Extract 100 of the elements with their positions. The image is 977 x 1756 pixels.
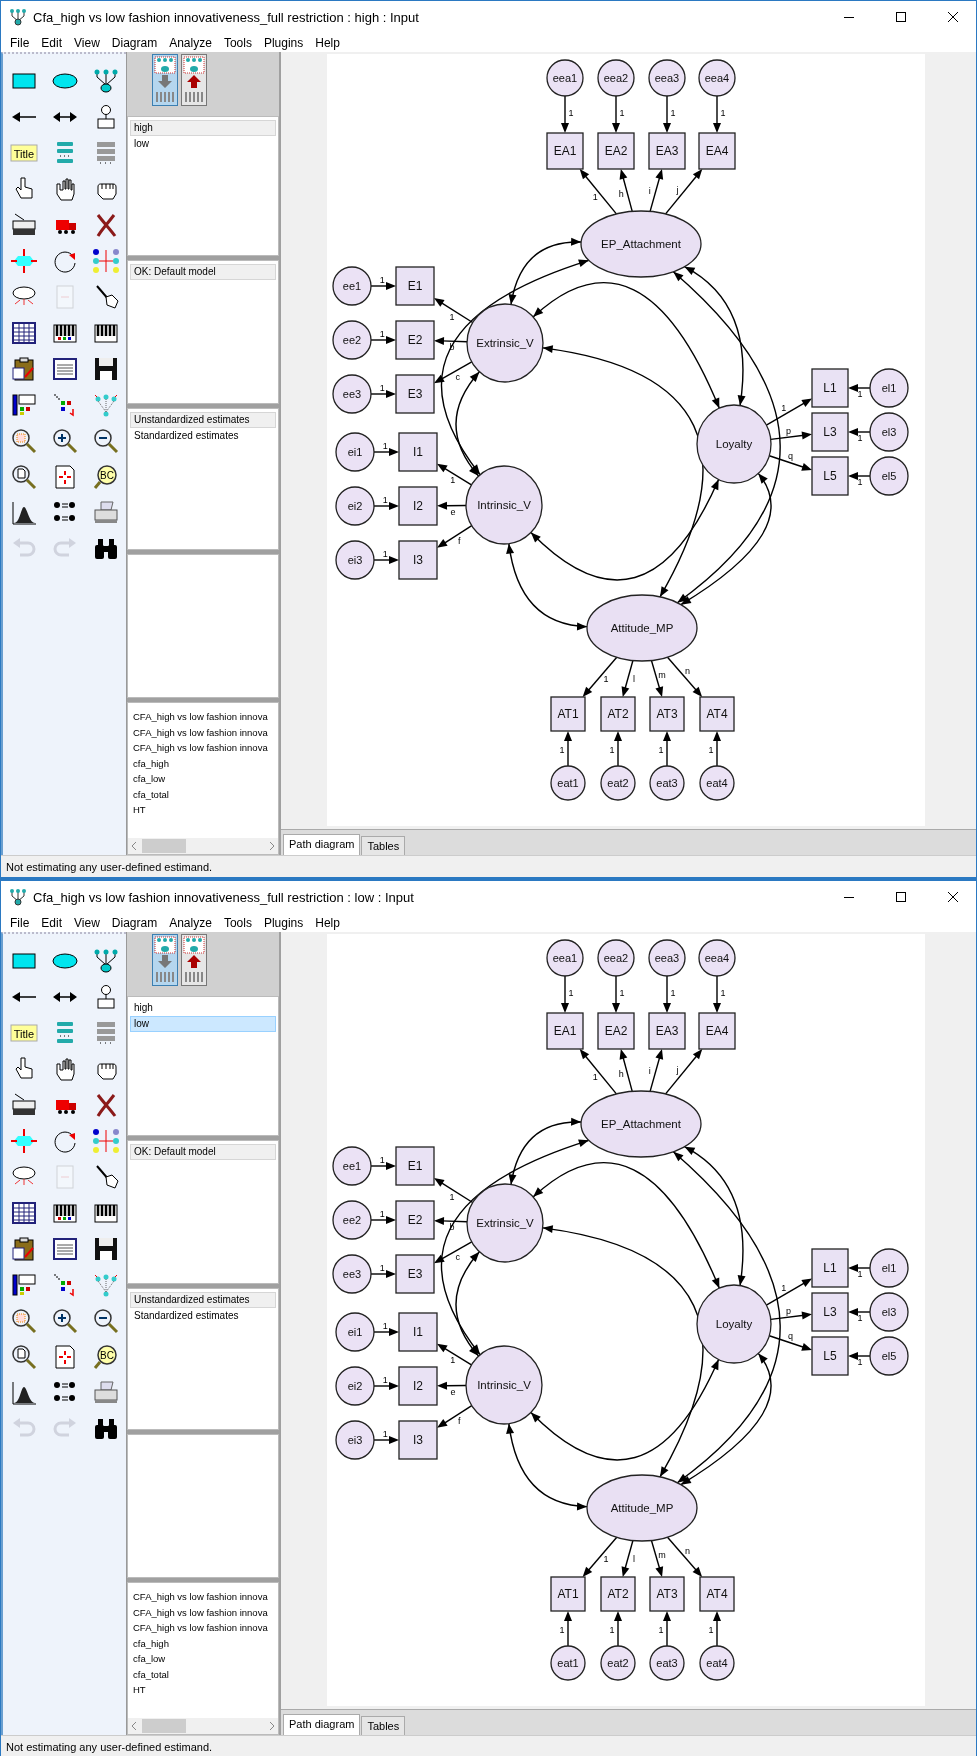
menu-item[interactable]: Tools bbox=[217, 35, 258, 50]
close-icon[interactable] bbox=[947, 891, 959, 903]
menu-item[interactable]: Tools bbox=[217, 915, 258, 930]
observed-variable bbox=[811, 1336, 849, 1376]
close-icon[interactable] bbox=[947, 11, 959, 23]
tab[interactable]: Tables bbox=[361, 836, 406, 855]
path-label: 1 bbox=[670, 107, 676, 118]
node-label: ee1 bbox=[342, 1159, 362, 1172]
path-label: n bbox=[685, 666, 691, 677]
network-arrows-icon[interactable] bbox=[91, 247, 120, 275]
menu-item[interactable]: Help bbox=[309, 915, 346, 930]
tab[interactable]: Path diagram bbox=[283, 1714, 361, 1735]
document-list-item[interactable]: HT bbox=[130, 1682, 276, 1698]
node-label: EA3 bbox=[655, 144, 679, 159]
scrollbar-thumb[interactable] bbox=[142, 1719, 186, 1733]
path-label: 1 bbox=[568, 987, 574, 998]
error-variable bbox=[335, 1420, 375, 1460]
document-list-item[interactable]: HT bbox=[130, 802, 276, 818]
move-arrows-icon[interactable] bbox=[9, 1127, 38, 1155]
document-list-item[interactable]: cfa_total bbox=[130, 786, 276, 802]
node-label: eat2 bbox=[607, 1656, 629, 1669]
horizontal-scrollbar[interactable] bbox=[128, 838, 278, 854]
distribution-curve-icon[interactable] bbox=[9, 1379, 38, 1407]
document-list-item[interactable]: cfa_high bbox=[130, 1635, 276, 1651]
document-list-item[interactable]: cfa_high bbox=[130, 755, 276, 771]
document-list-item[interactable]: CFA_high vs low fashion innova bbox=[130, 1620, 276, 1636]
maximize-icon[interactable] bbox=[895, 11, 907, 23]
list-item[interactable]: high bbox=[130, 1000, 276, 1016]
document-list-item[interactable]: CFA_high vs low fashion innova bbox=[130, 1589, 276, 1605]
document-list-item[interactable]: CFA_high vs low fashion innova bbox=[130, 1604, 276, 1620]
menu-item[interactable]: File bbox=[4, 915, 36, 930]
menu-item[interactable]: File bbox=[4, 35, 36, 50]
tab[interactable]: Tables bbox=[361, 1716, 406, 1735]
observed-variable bbox=[398, 486, 438, 526]
error-variable bbox=[550, 1645, 586, 1681]
observed-variable bbox=[597, 1012, 635, 1050]
node-label: eea4 bbox=[704, 71, 730, 84]
menu-item[interactable]: Plugins bbox=[257, 35, 310, 50]
network-arrows-icon[interactable] bbox=[91, 1127, 120, 1155]
regression-arrow bbox=[370, 282, 396, 290]
magnifier-page-icon[interactable] bbox=[9, 1343, 38, 1371]
document-list-item[interactable]: cfa_low bbox=[130, 771, 276, 787]
menu-item[interactable]: Analyze bbox=[163, 35, 218, 50]
regression-arrow bbox=[713, 731, 721, 767]
menu-item[interactable]: Help bbox=[309, 35, 346, 50]
document-list-item[interactable]: CFA_high vs low fashion innova bbox=[130, 740, 276, 756]
regression-arrow bbox=[713, 975, 721, 1013]
node-label: E1 bbox=[407, 279, 423, 294]
move-arrows-icon[interactable] bbox=[9, 247, 38, 275]
path-label: j bbox=[676, 1064, 679, 1075]
zoom-out-icon[interactable] bbox=[91, 1307, 120, 1335]
error-variable bbox=[648, 939, 686, 977]
table-grid-icon[interactable] bbox=[9, 319, 38, 347]
text-window-icon[interactable] bbox=[50, 1235, 79, 1263]
list-item[interactable]: OK: Default model bbox=[130, 1144, 276, 1160]
list-item[interactable]: Standardized estimates bbox=[130, 1308, 276, 1324]
magnifier-grid-icon[interactable] bbox=[9, 1307, 38, 1335]
zoom-out-icon[interactable] bbox=[91, 427, 120, 455]
magnifier-grid-icon[interactable] bbox=[9, 427, 38, 455]
distribution-curve-icon[interactable] bbox=[9, 499, 38, 527]
regression-arrow bbox=[713, 95, 721, 133]
menu-item[interactable]: Edit bbox=[35, 915, 69, 930]
document-list-item[interactable]: cfa_low bbox=[130, 1651, 276, 1667]
magnifier-page-icon[interactable] bbox=[9, 463, 38, 491]
zoom-in-icon[interactable] bbox=[50, 1307, 79, 1335]
list-item[interactable]: low bbox=[130, 136, 276, 152]
document-list-item[interactable]: CFA_high vs low fashion innova bbox=[130, 709, 276, 725]
node-label: eea1 bbox=[552, 951, 578, 964]
list-item[interactable]: low bbox=[130, 1016, 276, 1032]
document-list-item[interactable]: cfa_total bbox=[130, 1666, 276, 1682]
regression-arrow bbox=[370, 336, 396, 344]
regression-arrow bbox=[614, 1611, 622, 1647]
scrollbar-thumb[interactable] bbox=[142, 839, 186, 853]
menu-item[interactable]: Diagram bbox=[105, 35, 164, 50]
list-item[interactable]: high bbox=[130, 120, 276, 136]
menu-item[interactable]: View bbox=[68, 915, 106, 930]
zoom-in-icon[interactable] bbox=[50, 427, 79, 455]
maximize-icon[interactable] bbox=[895, 891, 907, 903]
table-grid-icon[interactable] bbox=[9, 1199, 38, 1227]
list-item[interactable]: Standardized estimates bbox=[130, 428, 276, 444]
menu-item[interactable]: Diagram bbox=[105, 915, 164, 930]
list-item[interactable]: OK: Default model bbox=[130, 264, 276, 280]
regression-arrow bbox=[765, 1278, 812, 1306]
menu-item[interactable]: View bbox=[68, 35, 106, 50]
observed-variable bbox=[600, 696, 636, 732]
menu-item[interactable]: Analyze bbox=[163, 915, 218, 930]
gauge-panel-icon[interactable] bbox=[9, 1271, 38, 1299]
regression-arrow bbox=[370, 1162, 396, 1170]
error-variable bbox=[332, 266, 372, 306]
gauge-panel-icon[interactable] bbox=[9, 391, 38, 419]
text-window-icon[interactable] bbox=[50, 355, 79, 383]
menu-item[interactable]: Edit bbox=[35, 35, 69, 50]
list-item[interactable]: Unstandardized estimates bbox=[130, 412, 276, 428]
tab[interactable]: Path diagram bbox=[283, 834, 361, 855]
path-label: 1 bbox=[559, 745, 565, 756]
path-label: q bbox=[787, 451, 793, 462]
document-list-item[interactable]: CFA_high vs low fashion innova bbox=[130, 724, 276, 740]
menu-item[interactable]: Plugins bbox=[257, 915, 310, 930]
list-item[interactable]: Unstandardized estimates bbox=[130, 1292, 276, 1308]
horizontal-scrollbar[interactable] bbox=[128, 1718, 278, 1734]
